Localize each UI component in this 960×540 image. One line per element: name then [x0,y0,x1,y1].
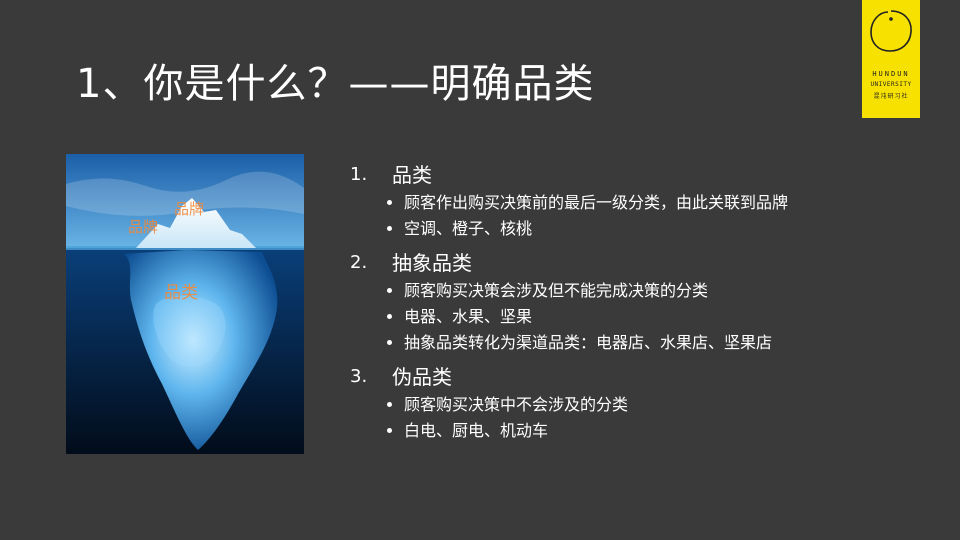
bullet-text: 顾客购买决策会涉及但不能完成决策的分类 [404,281,709,300]
bullet-item: 电器、水果、坚果 [350,304,910,330]
section-title: 伪品类 [392,365,452,389]
bullet-dot-icon [387,226,392,231]
bullet-list: 顾客作出购买决策前的最后一级分类，由此关联到品牌 空调、橙子、核桃 [350,190,910,242]
bullet-text: 白电、厨电、机动车 [404,421,549,440]
bullet-item: 顾客作出购买决策前的最后一级分类，由此关联到品牌 [350,190,910,216]
section-heading: 1. 品类 [350,160,910,190]
logo-line-1: HUNDUN [872,70,910,78]
section-number: 3. [350,366,368,387]
bullet-dot-icon [387,428,392,433]
section-heading: 3. 伪品类 [350,362,910,392]
hundun-logo: HUNDUN UNIVERSITY 混沌研习社 [862,0,920,118]
bullet-item: 白电、厨电、机动车 [350,418,910,444]
bullet-dot-icon [387,314,392,319]
logo-line-3: 混沌研习社 [873,93,909,100]
content-list: 1. 品类 顾客作出购买决策前的最后一级分类，由此关联到品牌 空调、橙子、核桃 … [350,160,910,450]
bullet-text: 抽象品类转化为渠道品类：电器店、水果店、坚果店 [404,333,773,352]
section-pseudo-category: 3. 伪品类 顾客购买决策中不会涉及的分类 白电、厨电、机动车 [350,362,910,444]
bullet-dot-icon [387,200,392,205]
section-heading: 2. 抽象品类 [350,248,910,278]
bullet-item: 顾客购买决策中不会涉及的分类 [350,392,910,418]
iceberg-label-category: 品类 [164,283,198,303]
bullet-text: 空调、橙子、核桃 [404,219,533,238]
section-title: 抽象品类 [392,251,472,275]
section-abstract-category: 2. 抽象品类 顾客购买决策会涉及但不能完成决策的分类 电器、水果、坚果 抽象品… [350,248,910,356]
bullet-dot-icon [387,402,392,407]
iceberg-label-brand: 品牌 [128,218,159,236]
section-title: 品类 [392,163,432,187]
bullet-text: 顾客购买决策中不会涉及的分类 [404,395,629,414]
section-category: 1. 品类 顾客作出购买决策前的最后一级分类，由此关联到品牌 空调、橙子、核桃 [350,160,910,242]
logo-circle-icon [870,10,912,52]
bullet-text: 顾客作出购买决策前的最后一级分类，由此关联到品牌 [404,193,789,212]
bullet-list: 顾客购买决策会涉及但不能完成决策的分类 电器、水果、坚果 抽象品类转化为渠道品类… [350,278,910,356]
bullet-dot-icon [387,340,392,345]
bullet-list: 顾客购买决策中不会涉及的分类 白电、厨电、机动车 [350,392,910,444]
iceberg-image: 品牌 品牌 品类 [66,154,304,454]
slide-title: 1、你是什么？——明确品类 [76,61,595,107]
bullet-item: 抽象品类转化为渠道品类：电器店、水果店、坚果店 [350,330,910,356]
bullet-item: 顾客购买决策会涉及但不能完成决策的分类 [350,278,910,304]
section-number: 1. [350,164,368,185]
section-number: 2. [350,252,368,273]
logo-line-2: UNIVERSITY [870,81,912,88]
bullet-item: 空调、橙子、核桃 [350,216,910,242]
bullet-text: 电器、水果、坚果 [404,307,533,326]
iceberg-label-brand: 品牌 [174,200,205,218]
bullet-dot-icon [387,288,392,293]
